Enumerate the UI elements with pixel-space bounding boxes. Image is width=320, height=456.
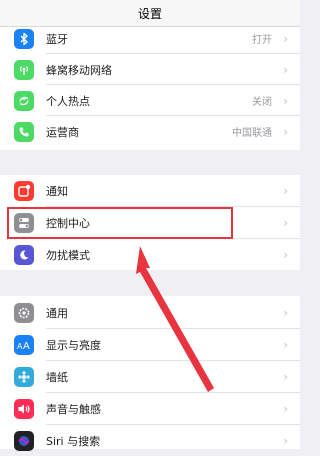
annotation-arrow xyxy=(136,246,214,392)
